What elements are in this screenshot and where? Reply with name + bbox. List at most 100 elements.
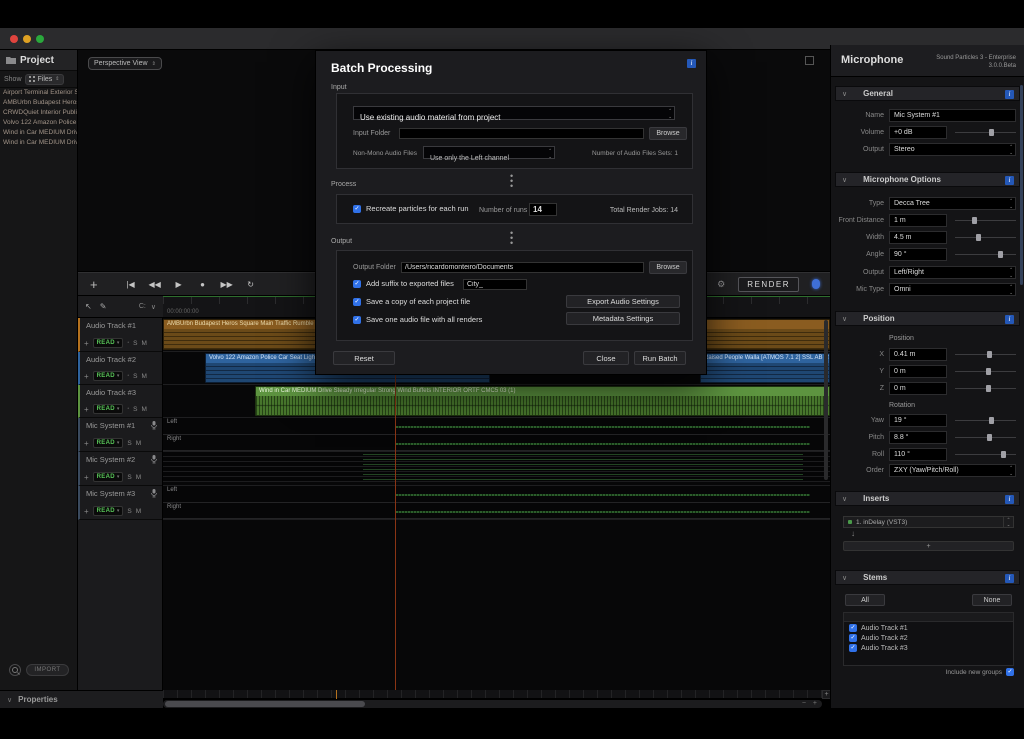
stepper-icon[interactable]: ⌃ ⌄ [1003,517,1013,527]
mute-button[interactable]: M [142,340,147,347]
checkbox-checked-icon[interactable]: ✓ [1006,668,1014,676]
export-audio-settings-button[interactable]: Export Audio Settings [566,295,680,308]
rewind-button[interactable]: ◀◀ [148,280,162,289]
reset-button[interactable]: Reset [333,351,395,365]
channel-lane[interactable] [163,477,830,482]
file-list-item[interactable]: AMBUrbn Budapest Heros S [0,98,77,108]
solo-button[interactable]: S [133,373,137,380]
checkbox-checked-icon[interactable]: ✓ [353,315,361,324]
checkbox-checked-icon[interactable]: ✓ [353,279,361,288]
track-header-audio-3[interactable]: Audio Track #3 + READ ▾ • S M [78,385,162,418]
loop-button[interactable]: ↻ [244,280,258,289]
audio-clip[interactable]: Raised People Walla [ATMOS 7.1 2] SSL AB… [700,353,830,383]
mic-name-field[interactable]: Mic System #1 [889,108,1016,122]
checkbox-checked-icon[interactable]: ✓ [849,634,857,642]
mute-button[interactable]: M [136,440,141,447]
section-header-stems[interactable]: ∨ Stems i [835,570,1020,585]
play-button[interactable]: ▶ [172,280,186,289]
save-copy-checkbox-row[interactable]: ✓ Save a copy of each project file [353,297,470,306]
info-icon[interactable]: i [1005,315,1014,324]
draw-tool-icon[interactable]: ✎ [100,302,107,311]
roll-slider[interactable] [955,450,1016,458]
chevron-down-icon[interactable]: ∨ [842,315,847,323]
solo-button[interactable]: S [127,474,131,481]
add-automation-button[interactable]: + [84,439,89,448]
insert-slot-1[interactable]: 1. inDelay (VST3) ⌃ ⌄ [843,516,1014,528]
track-header-mic-3[interactable]: Mic System #3 + READ ▾ S M [78,486,162,520]
search-icon[interactable] [9,664,22,676]
input-browse-button[interactable]: Browse [649,127,687,140]
mic-type-dropdown[interactable]: Decca Tree ⌃ ⌄ [889,196,1016,210]
suffix-field[interactable] [463,279,527,290]
automation-read-button[interactable]: READ ▾ [92,338,124,348]
channel-lane[interactable]: Left [163,486,830,503]
file-list-item[interactable]: Airport Terminal Exterior S1 [0,88,77,98]
mute-button[interactable]: M [142,373,147,380]
add-automation-button[interactable]: + [84,405,89,414]
stem-item[interactable]: ✓ Audio Track #2 [844,632,1013,642]
add-automation-button[interactable]: + [84,473,89,482]
chevron-down-icon[interactable]: ∨ [842,176,847,184]
solo-button[interactable]: S [133,340,137,347]
input-folder-field[interactable] [399,128,644,139]
section-header-position[interactable]: ∨ Position i [835,311,1020,326]
yaw-field[interactable]: 19 ° [889,413,947,427]
input-source-dropdown[interactable]: Use existing audio material from project… [353,106,675,122]
section-header-general[interactable]: ∨ General i [835,86,1020,101]
metadata-settings-button[interactable]: Metadata Settings [566,312,680,325]
solo-button[interactable]: S [133,406,137,413]
pitch-field[interactable]: 8.8 ° [889,430,947,444]
z-slider[interactable] [955,384,1016,392]
section-header-mic-options[interactable]: ∨ Microphone Options i [835,172,1020,187]
checkbox-checked-icon[interactable]: ✓ [849,644,857,652]
checkbox-checked-icon[interactable]: ✓ [849,624,857,632]
automation-mode-dropdown[interactable]: C: [139,303,146,311]
front-distance-field[interactable]: 1 m [889,213,947,227]
checkbox-checked-icon[interactable]: ✓ [353,297,361,306]
z-field[interactable]: 0 m [889,381,947,395]
add-insert-button[interactable]: + [843,541,1014,551]
width-field[interactable]: 4.5 m [889,230,947,244]
properties-bar[interactable]: ∨ Properties [0,690,163,708]
automation-read-button[interactable]: READ ▾ [92,438,124,448]
expand-view-icon[interactable] [805,56,814,65]
y-slider[interactable] [955,367,1016,375]
scrollbar-thumb[interactable] [165,701,365,707]
zoom-out-icon[interactable]: − [802,700,806,708]
pitch-slider[interactable] [955,433,1016,441]
y-field[interactable]: 0 m [889,364,947,378]
add-automation-button[interactable]: + [84,507,89,516]
fast-forward-button[interactable]: ▶▶ [220,280,234,289]
checkbox-checked-icon[interactable]: ✓ [353,204,361,213]
x-field[interactable]: 0.41 m [889,347,947,361]
go-to-start-button[interactable]: |◀ [124,280,138,289]
add-suffix-checkbox-row[interactable]: ✓ Add suffix to exported files [353,279,454,288]
import-button[interactable]: IMPORT [26,664,69,676]
settings-gear-icon[interactable]: ⚙ [717,279,725,290]
file-list-item[interactable]: CRWDQuiet Interior Public A [0,108,77,118]
stem-item[interactable]: ✓ Audio Track #3 [844,642,1013,652]
volume-field[interactable]: +0 dB [889,125,947,139]
angle-field[interactable]: 90 ° [889,247,947,261]
roll-field[interactable]: 110 ° [889,447,947,461]
stems-none-button[interactable]: None [972,594,1012,606]
close-button[interactable]: Close [583,351,629,365]
vertical-scrollbar[interactable] [824,320,828,480]
info-icon[interactable]: i [1005,90,1014,99]
mute-button[interactable]: M [136,508,141,515]
section-header-inserts[interactable]: ∨ Inserts i [835,491,1020,506]
mic-output-dropdown[interactable]: Left/Right ⌃ ⌄ [889,265,1016,279]
save-one-file-checkbox-row[interactable]: ✓ Save one audio file with all renders [353,315,482,324]
info-icon[interactable]: i [1005,574,1014,583]
info-icon[interactable]: i [1005,176,1014,185]
info-icon[interactable]: i [1005,495,1014,504]
mic-capsule-dropdown[interactable]: Omni ⌃ ⌄ [889,282,1016,296]
chevron-down-icon[interactable]: ∨ [151,303,156,311]
horizontal-scrollbar[interactable]: − + [163,700,822,708]
automation-read-button[interactable]: READ ▾ [92,404,124,414]
info-icon[interactable]: i [687,59,696,68]
zoom-in-icon[interactable]: + [813,700,817,708]
minimize-window-button[interactable] [23,35,31,43]
automation-read-button[interactable]: READ ▾ [92,506,124,516]
chevron-down-icon[interactable]: ∨ [842,90,847,98]
